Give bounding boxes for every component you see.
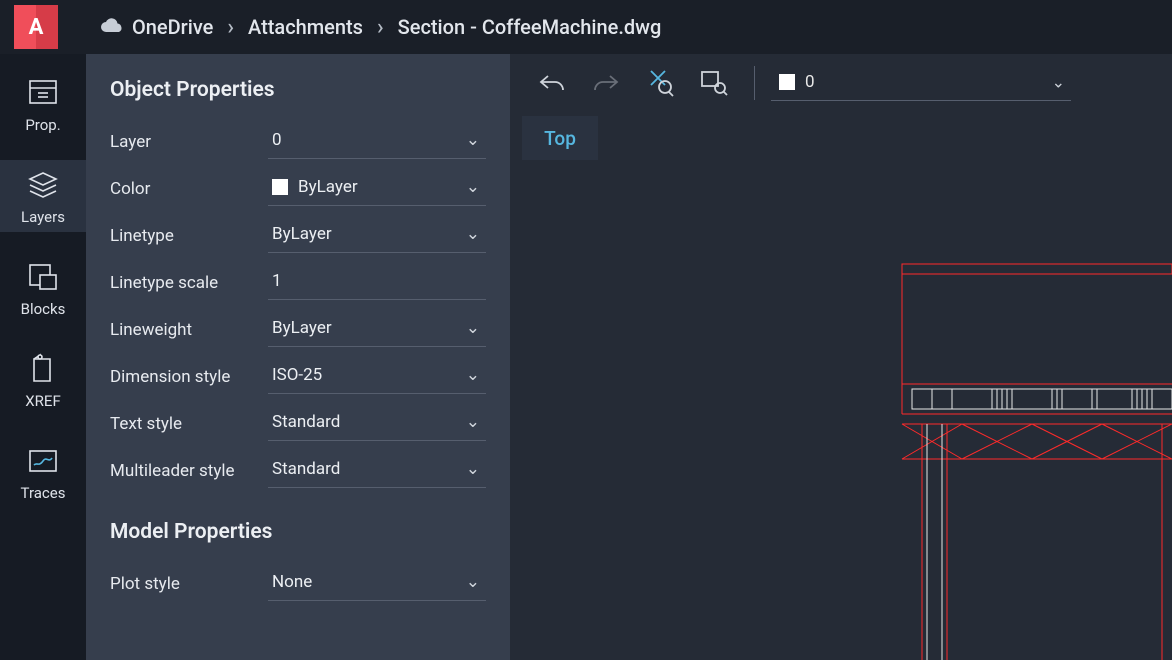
canvas-area[interactable]: 0 ⌄ Top (510, 54, 1172, 660)
prop-color-value: ByLayer (298, 177, 358, 197)
prop-textstyle-value: Standard (272, 412, 340, 432)
traces-icon (22, 442, 64, 480)
canvas-toolbar: 0 ⌄ (510, 54, 1172, 112)
redo-button[interactable] (582, 60, 630, 106)
prop-linetype-value: ByLayer (272, 224, 332, 244)
undo-button[interactable] (528, 60, 576, 106)
chevron-down-icon: ⌄ (466, 177, 480, 197)
canvas-layer-dropdown[interactable]: 0 ⌄ (771, 66, 1071, 101)
app-logo[interactable]: A (14, 5, 58, 49)
breadcrumb: OneDrive › Attachments › Section - Coffe… (100, 15, 661, 40)
prop-dimstyle-dropdown[interactable]: ISO-25 ⌄ (268, 359, 486, 394)
rail-item-label: Blocks (21, 300, 66, 318)
prop-textstyle-label: Text style (110, 414, 258, 434)
breadcrumb-folder[interactable]: Attachments (248, 15, 363, 39)
chevron-down-icon: ⌄ (466, 224, 480, 244)
chevron-down-icon: ⌄ (466, 572, 480, 592)
view-cube-badge[interactable]: Top (522, 116, 598, 160)
color-swatch (272, 179, 288, 195)
breadcrumb-separator-2: › (377, 15, 384, 40)
xref-icon (22, 350, 64, 388)
prop-multileader-label: Multileader style (110, 461, 258, 481)
prop-multileader-dropdown[interactable]: Standard ⌄ (268, 453, 486, 488)
rail-item-label: Layers (21, 208, 65, 226)
properties-icon (22, 74, 64, 112)
chevron-down-icon: ⌄ (466, 412, 480, 432)
prop-color-dropdown[interactable]: ByLayer ⌄ (268, 171, 486, 206)
prop-linetype-scale-label: Linetype scale (110, 273, 258, 293)
model-properties-title: Model Properties (110, 520, 486, 544)
object-properties-title: Object Properties (110, 78, 486, 102)
prop-plotstyle-label: Plot style (110, 574, 258, 594)
rail-item-layers[interactable]: Layers (0, 160, 86, 232)
prop-textstyle-dropdown[interactable]: Standard ⌄ (268, 406, 486, 441)
breadcrumb-bar: A OneDrive › Attachments › Section - Cof… (0, 0, 1172, 54)
prop-lineweight-value: ByLayer (272, 318, 332, 338)
app-logo-letter: A (29, 15, 44, 40)
prop-multileader-value: Standard (272, 459, 340, 479)
prop-layer-label: Layer (110, 132, 258, 152)
prop-color-label: Color (110, 179, 258, 199)
zoom-window-button[interactable] (690, 60, 738, 106)
prop-layer-dropdown[interactable]: 0 ⌄ (268, 124, 486, 159)
properties-panel: Object Properties Layer 0 ⌄ Color ByLaye… (86, 54, 510, 660)
layer-color-swatch (779, 74, 795, 90)
sidebar-rail: Prop. Layers Blocks (0, 54, 86, 660)
rail-item-xref[interactable]: XREF (0, 344, 86, 416)
prop-plotstyle-dropdown[interactable]: None ⌄ (268, 566, 486, 601)
prop-dimstyle-label: Dimension style (110, 367, 258, 387)
rail-item-properties[interactable]: Prop. (0, 68, 86, 140)
view-cube-label: Top (544, 127, 576, 150)
prop-lineweight-dropdown[interactable]: ByLayer ⌄ (268, 312, 486, 347)
rail-item-label: XREF (25, 392, 60, 410)
breadcrumb-root-label: OneDrive (132, 15, 213, 39)
drawing-viewport[interactable] (892, 264, 1172, 660)
prop-layer-value: 0 (272, 130, 282, 150)
chevron-down-icon: ⌄ (466, 459, 480, 479)
chevron-down-icon: ⌄ (466, 365, 480, 385)
onedrive-icon (100, 15, 124, 39)
chevron-down-icon: ⌄ (466, 318, 480, 338)
prop-linetype-dropdown[interactable]: ByLayer ⌄ (268, 218, 486, 253)
rail-item-traces[interactable]: Traces (0, 436, 86, 508)
blocks-icon (22, 258, 64, 296)
breadcrumb-root[interactable]: OneDrive (100, 15, 213, 39)
rail-item-label: Prop. (25, 116, 60, 134)
prop-linetype-scale-value: 1 (272, 271, 282, 291)
prop-plotstyle-value: None (272, 572, 312, 592)
layers-icon (22, 166, 64, 204)
toolbar-separator (754, 66, 755, 100)
prop-linetype-label: Linetype (110, 226, 258, 246)
chevron-down-icon: ⌄ (466, 130, 480, 150)
breadcrumb-file[interactable]: Section - CoffeeMachine.dwg (398, 15, 662, 39)
breadcrumb-separator-1: › (227, 15, 234, 40)
rail-item-label: Traces (21, 484, 66, 502)
rail-item-blocks[interactable]: Blocks (0, 252, 86, 324)
prop-linetype-scale-input[interactable]: 1 (268, 265, 486, 300)
prop-lineweight-label: Lineweight (110, 320, 258, 340)
chevron-down-icon: ⌄ (1052, 72, 1065, 91)
prop-dimstyle-value: ISO-25 (272, 365, 322, 385)
zoom-extents-button[interactable] (636, 60, 684, 106)
canvas-layer-value: 0 (805, 72, 815, 92)
